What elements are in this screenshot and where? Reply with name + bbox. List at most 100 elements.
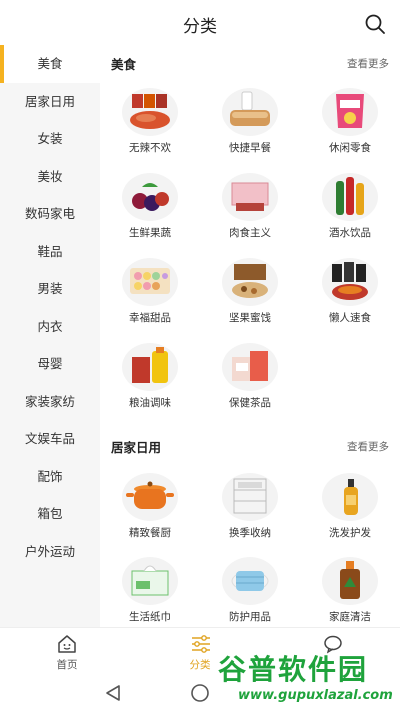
tissue-icon <box>122 557 178 605</box>
grid-item-label: 坚果蜜饯 <box>229 312 271 324</box>
shampoo-icon <box>322 473 378 521</box>
grid-item-label: 生鲜果蔬 <box>129 227 171 239</box>
instant-food-icon <box>322 258 378 306</box>
grid-item-spicy[interactable]: 无辣不欢 <box>105 88 195 163</box>
sidebar-item-digital[interactable]: 数码家电 <box>0 195 100 233</box>
fruit-icon <box>122 173 178 221</box>
grid-item-fresh[interactable]: 生鲜果蔬 <box>105 173 195 248</box>
see-more-link[interactable]: 查看更多 <box>347 439 389 454</box>
section-title: 美食 <box>111 57 137 72</box>
tea-box-icon <box>222 343 278 391</box>
oil-rice-icon <box>122 343 178 391</box>
sidebar-item-label: 家装家纺 <box>24 393 75 409</box>
mask-icon <box>222 557 278 605</box>
sidebar-item-label: 男装 <box>37 281 63 296</box>
watermark-url: www.gupuxlazal.com <box>238 688 393 703</box>
section-food: 美食 查看更多 无辣不欢 快捷早餐 休闲零食 生鲜果蔬 肉食主义 酒水饮品 幸福… <box>100 45 400 409</box>
grid-item-hair[interactable]: 洗发护发 <box>305 473 395 548</box>
grid-item-label: 生活纸巾 <box>129 611 171 623</box>
sidebar-item-mens-wear[interactable]: 男装 <box>0 270 100 308</box>
bread-milk-icon <box>222 88 278 136</box>
category-sidebar: 美食 居家日用 女装 美妆 数码家电 鞋品 男装 内衣 母婴 家装家纺 文娱车品… <box>0 45 100 627</box>
meat-box-icon <box>222 173 278 221</box>
home-icon <box>58 635 76 653</box>
grid-item-breakfast[interactable]: 快捷早餐 <box>205 88 295 163</box>
category-content: 美食 查看更多 无辣不欢 快捷早餐 休闲零食 生鲜果蔬 肉食主义 酒水饮品 幸福… <box>100 45 400 627</box>
sidebar-item-label: 美妆 <box>37 168 63 184</box>
search-button[interactable] <box>364 13 386 35</box>
grid-item-label: 保健茶品 <box>229 397 271 409</box>
sidebar-item-label: 配饰 <box>37 468 63 484</box>
grid-item-label: 换季收纳 <box>229 527 271 539</box>
tab-label: 首页 <box>56 659 78 671</box>
grid-item-label: 肉食主义 <box>229 227 271 239</box>
sidebar-item-label: 鞋品 <box>37 243 63 259</box>
sidebar-item-label: 美食 <box>37 56 63 71</box>
sidebar-item-baby[interactable]: 母婴 <box>0 345 100 383</box>
watermark-text: 谷普软件园 <box>218 653 369 686</box>
sidebar-item-womens-wear[interactable]: 女装 <box>0 120 100 158</box>
grid-item-label: 幸福甜品 <box>129 312 171 324</box>
sidebar-item-label: 内衣 <box>37 318 63 334</box>
grid-item-dessert[interactable]: 幸福甜品 <box>105 258 195 333</box>
watermark-logo: 谷普软件园 www.gupuxlazal.com <box>218 648 398 708</box>
search-icon <box>365 14 385 34</box>
sidebar-item-label: 户外运动 <box>24 543 75 559</box>
grid-item-drinks[interactable]: 酒水饮品 <box>305 173 395 248</box>
section-title: 居家日用 <box>111 440 162 455</box>
category-icon <box>192 635 210 653</box>
sidebar-item-home-textile[interactable]: 家装家纺 <box>0 383 100 421</box>
sidebar-item-label: 母婴 <box>37 356 63 371</box>
grid-item-label: 快捷早餐 <box>229 142 271 154</box>
grid-item-nuts[interactable]: 坚果蜜饯 <box>205 258 295 333</box>
see-more-link[interactable]: 查看更多 <box>347 56 389 71</box>
header: 分类 <box>0 0 400 45</box>
pot-icon <box>122 473 178 521</box>
grid-item-kitchen[interactable]: 精致餐厨 <box>105 473 195 548</box>
tab-home[interactable]: 首页 <box>0 628 134 676</box>
sidebar-item-food[interactable]: 美食 <box>0 45 100 83</box>
grid-item-grain-oil[interactable]: 粮油调味 <box>105 343 195 418</box>
grid-item-label: 洗发护发 <box>329 527 371 539</box>
grid-item-tissue[interactable]: 生活纸巾 <box>105 557 195 627</box>
grid-item-label: 精致餐厨 <box>129 527 171 539</box>
sidebar-item-label: 箱包 <box>37 506 63 521</box>
bottles-icon <box>322 173 378 221</box>
disinfectant-icon <box>322 557 378 605</box>
sidebar-item-home-daily[interactable]: 居家日用 <box>0 83 100 121</box>
grid-item-storage[interactable]: 换季收纳 <box>205 473 295 548</box>
grid-item-tea[interactable]: 保健茶品 <box>205 343 295 418</box>
spicy-meat-icon <box>122 88 178 136</box>
grid-item-label: 无辣不欢 <box>129 142 171 154</box>
macaron-icon <box>122 258 178 306</box>
sidebar-item-label: 居家日用 <box>24 93 75 109</box>
sidebar-item-label: 文娱车品 <box>24 431 75 446</box>
sidebar-item-label: 数码家电 <box>24 206 75 221</box>
grid-item-meat[interactable]: 肉食主义 <box>205 173 295 248</box>
grid-item-label: 防护用品 <box>229 611 271 623</box>
sidebar-item-beauty[interactable]: 美妆 <box>0 158 100 196</box>
snack-bag-icon <box>322 88 378 136</box>
sidebar-item-bags[interactable]: 箱包 <box>0 495 100 533</box>
grid-item-label: 懒人速食 <box>329 312 371 324</box>
sidebar-item-entertainment-car[interactable]: 文娱车品 <box>0 420 100 458</box>
grid-item-label: 粮油调味 <box>129 397 171 409</box>
grid-item-label: 家庭清洁 <box>329 611 371 623</box>
storage-drawer-icon <box>222 473 278 521</box>
grid-item-label: 酒水饮品 <box>329 227 371 239</box>
sidebar-item-label: 女装 <box>37 131 63 146</box>
nuts-gift-icon <box>222 258 278 306</box>
sidebar-item-accessories[interactable]: 配饰 <box>0 458 100 496</box>
page-title: 分类 <box>183 17 217 37</box>
back-icon[interactable] <box>105 684 121 702</box>
grid-item-cleaning[interactable]: 家庭清洁 <box>305 557 395 627</box>
grid-item-snacks[interactable]: 休闲零食 <box>305 88 395 163</box>
sidebar-item-outdoor[interactable]: 户外运动 <box>0 533 100 571</box>
grid-item-protection[interactable]: 防护用品 <box>205 557 295 627</box>
section-home-daily: 居家日用 查看更多 精致餐厨 换季收纳 洗发护发 生活纸巾 防护用品 家庭清洁 <box>100 429 400 627</box>
grid-item-label: 休闲零食 <box>329 142 371 154</box>
sidebar-item-shoes[interactable]: 鞋品 <box>0 233 100 271</box>
home-circle-icon[interactable] <box>190 683 210 703</box>
grid-item-instant[interactable]: 懒人速食 <box>305 258 395 333</box>
sidebar-item-underwear[interactable]: 内衣 <box>0 308 100 346</box>
